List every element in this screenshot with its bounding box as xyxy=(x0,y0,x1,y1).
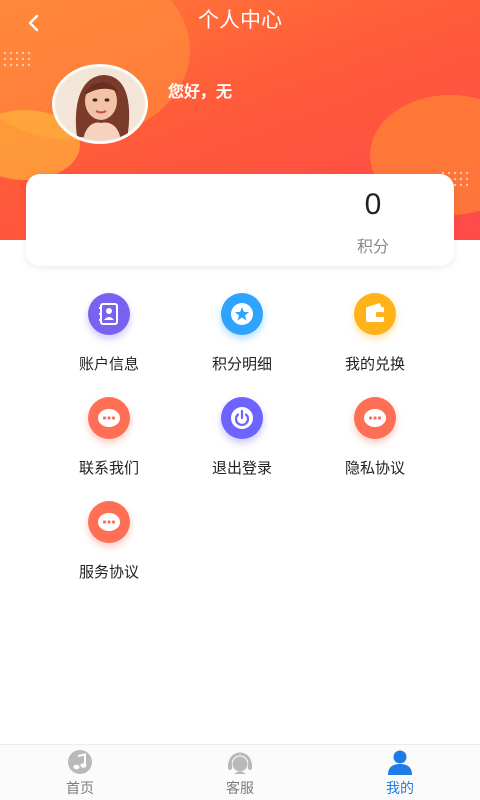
tab-customer-service[interactable]: 客服 xyxy=(160,745,320,800)
home-music-icon xyxy=(68,750,92,774)
decor-dots xyxy=(2,50,32,68)
menu-item-account-info[interactable]: 账户信息 xyxy=(42,293,176,383)
menu-item-label: 我的兑换 xyxy=(344,356,405,373)
menu-item-points-detail[interactable]: 积分明细 xyxy=(175,293,309,383)
tab-label: 我的 xyxy=(386,780,414,796)
menu-item-logout[interactable]: 退出登录 xyxy=(175,397,309,487)
greeting-text: 您好，无 xyxy=(168,84,233,101)
bottom-tab-bar: 首页 客服 我的 xyxy=(0,744,480,800)
avatar-woman-illustration xyxy=(55,67,145,141)
menu-item-label: 联系我们 xyxy=(78,460,139,477)
menu-item-my-exchange[interactable]: 我的兑换 xyxy=(308,293,442,383)
chat-bubble-icon xyxy=(88,501,130,543)
account-book-icon xyxy=(88,293,130,335)
tab-label: 客服 xyxy=(226,780,254,796)
points-value: 0 xyxy=(364,188,382,221)
menu-item-label: 积分明细 xyxy=(211,356,272,373)
menu-item-label: 退出登录 xyxy=(211,460,272,477)
menu-item-service-agreement[interactable]: 服务协议 xyxy=(42,501,176,591)
tab-mine[interactable]: 我的 xyxy=(320,745,480,800)
menu-item-contact-us[interactable]: 联系我们 xyxy=(42,397,176,487)
user-icon xyxy=(388,750,412,775)
customer-service-headset-icon xyxy=(228,752,252,774)
page-title: 个人中心 xyxy=(198,9,282,32)
points-card: 0 积分 xyxy=(26,174,454,266)
avatar[interactable] xyxy=(52,64,148,144)
menu-item-privacy-policy[interactable]: 隐私协议 xyxy=(308,397,442,487)
menu-item-label: 账户信息 xyxy=(78,356,139,373)
power-icon xyxy=(221,397,263,439)
chat-bubble-icon xyxy=(88,397,130,439)
wallet-icon xyxy=(354,293,396,335)
menu-item-label: 隐私协议 xyxy=(344,460,405,477)
menu-item-label: 服务协议 xyxy=(78,564,139,581)
tab-home[interactable]: 首页 xyxy=(0,745,160,800)
points-label: 积分 xyxy=(356,239,389,256)
star-badge-icon xyxy=(221,293,263,335)
chat-bubble-icon xyxy=(354,397,396,439)
tab-label: 首页 xyxy=(66,780,94,796)
